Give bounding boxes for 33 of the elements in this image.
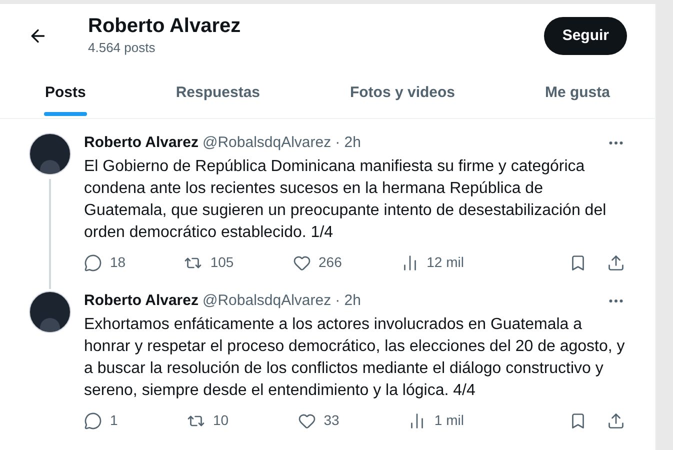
like-icon: [292, 254, 310, 272]
post-time: · 2h: [335, 291, 361, 311]
author-name[interactable]: Roberto Alvarez: [84, 291, 198, 311]
views-button[interactable]: 12 mil: [400, 252, 464, 273]
profile-tab[interactable]: Fotos y videos: [334, 68, 470, 118]
reply-icon: [84, 254, 102, 272]
avatar[interactable]: [29, 291, 71, 333]
post-time: · 2h: [335, 133, 361, 153]
bookmark-button[interactable]: [569, 412, 587, 430]
repost-button[interactable]: 105: [184, 252, 234, 273]
follow-button[interactable]: Seguir: [544, 17, 627, 55]
author-handle[interactable]: @RobalsdqAlvarez: [202, 133, 332, 153]
profile-tab[interactable]: Posts: [30, 68, 101, 118]
post-text: Exhortamos enfáticamente a los actores involucrados en Guatemala a honrar y respetar el proceso democrático, las elecciones del 20 de agosto, y a buscar la resolución de los conflictos mediante el diálogo constructivo y sereno, siempre desde el entendimiento y la lógica. 4/4: [84, 315, 625, 401]
reply-button[interactable]: 1: [84, 410, 118, 431]
reply-button[interactable]: 18: [84, 252, 126, 273]
profile-name: Roberto Alvarez: [88, 14, 242, 38]
share-button[interactable]: [607, 254, 625, 272]
post-text: El Gobierno de República Dominicana manifiesta su firme y categórica condena ante los recientes sucesos en la hermana República de Guatemala, que sugieren un preocupante intento de desestabilización del orden democrático establecido. 1/4: [84, 157, 608, 243]
post-count: 4.564 posts: [88, 39, 156, 58]
share-button[interactable]: [607, 412, 625, 430]
repost-button[interactable]: 10: [186, 410, 229, 431]
avatar[interactable]: [29, 133, 71, 175]
like-icon: [298, 412, 316, 430]
bookmark-button[interactable]: [569, 254, 587, 272]
profile-tab[interactable]: Respuestas: [160, 68, 276, 118]
views-button[interactable]: 1 mil: [408, 410, 464, 431]
profile-tab[interactable]: Me gusta: [530, 68, 625, 118]
author-name[interactable]: Roberto Alvarez: [84, 133, 198, 153]
like-button[interactable]: 33: [298, 410, 340, 431]
author-handle[interactable]: @RobalsdqAlvarez: [202, 291, 332, 311]
like-button[interactable]: 266: [292, 252, 342, 273]
reply-icon: [84, 412, 102, 430]
